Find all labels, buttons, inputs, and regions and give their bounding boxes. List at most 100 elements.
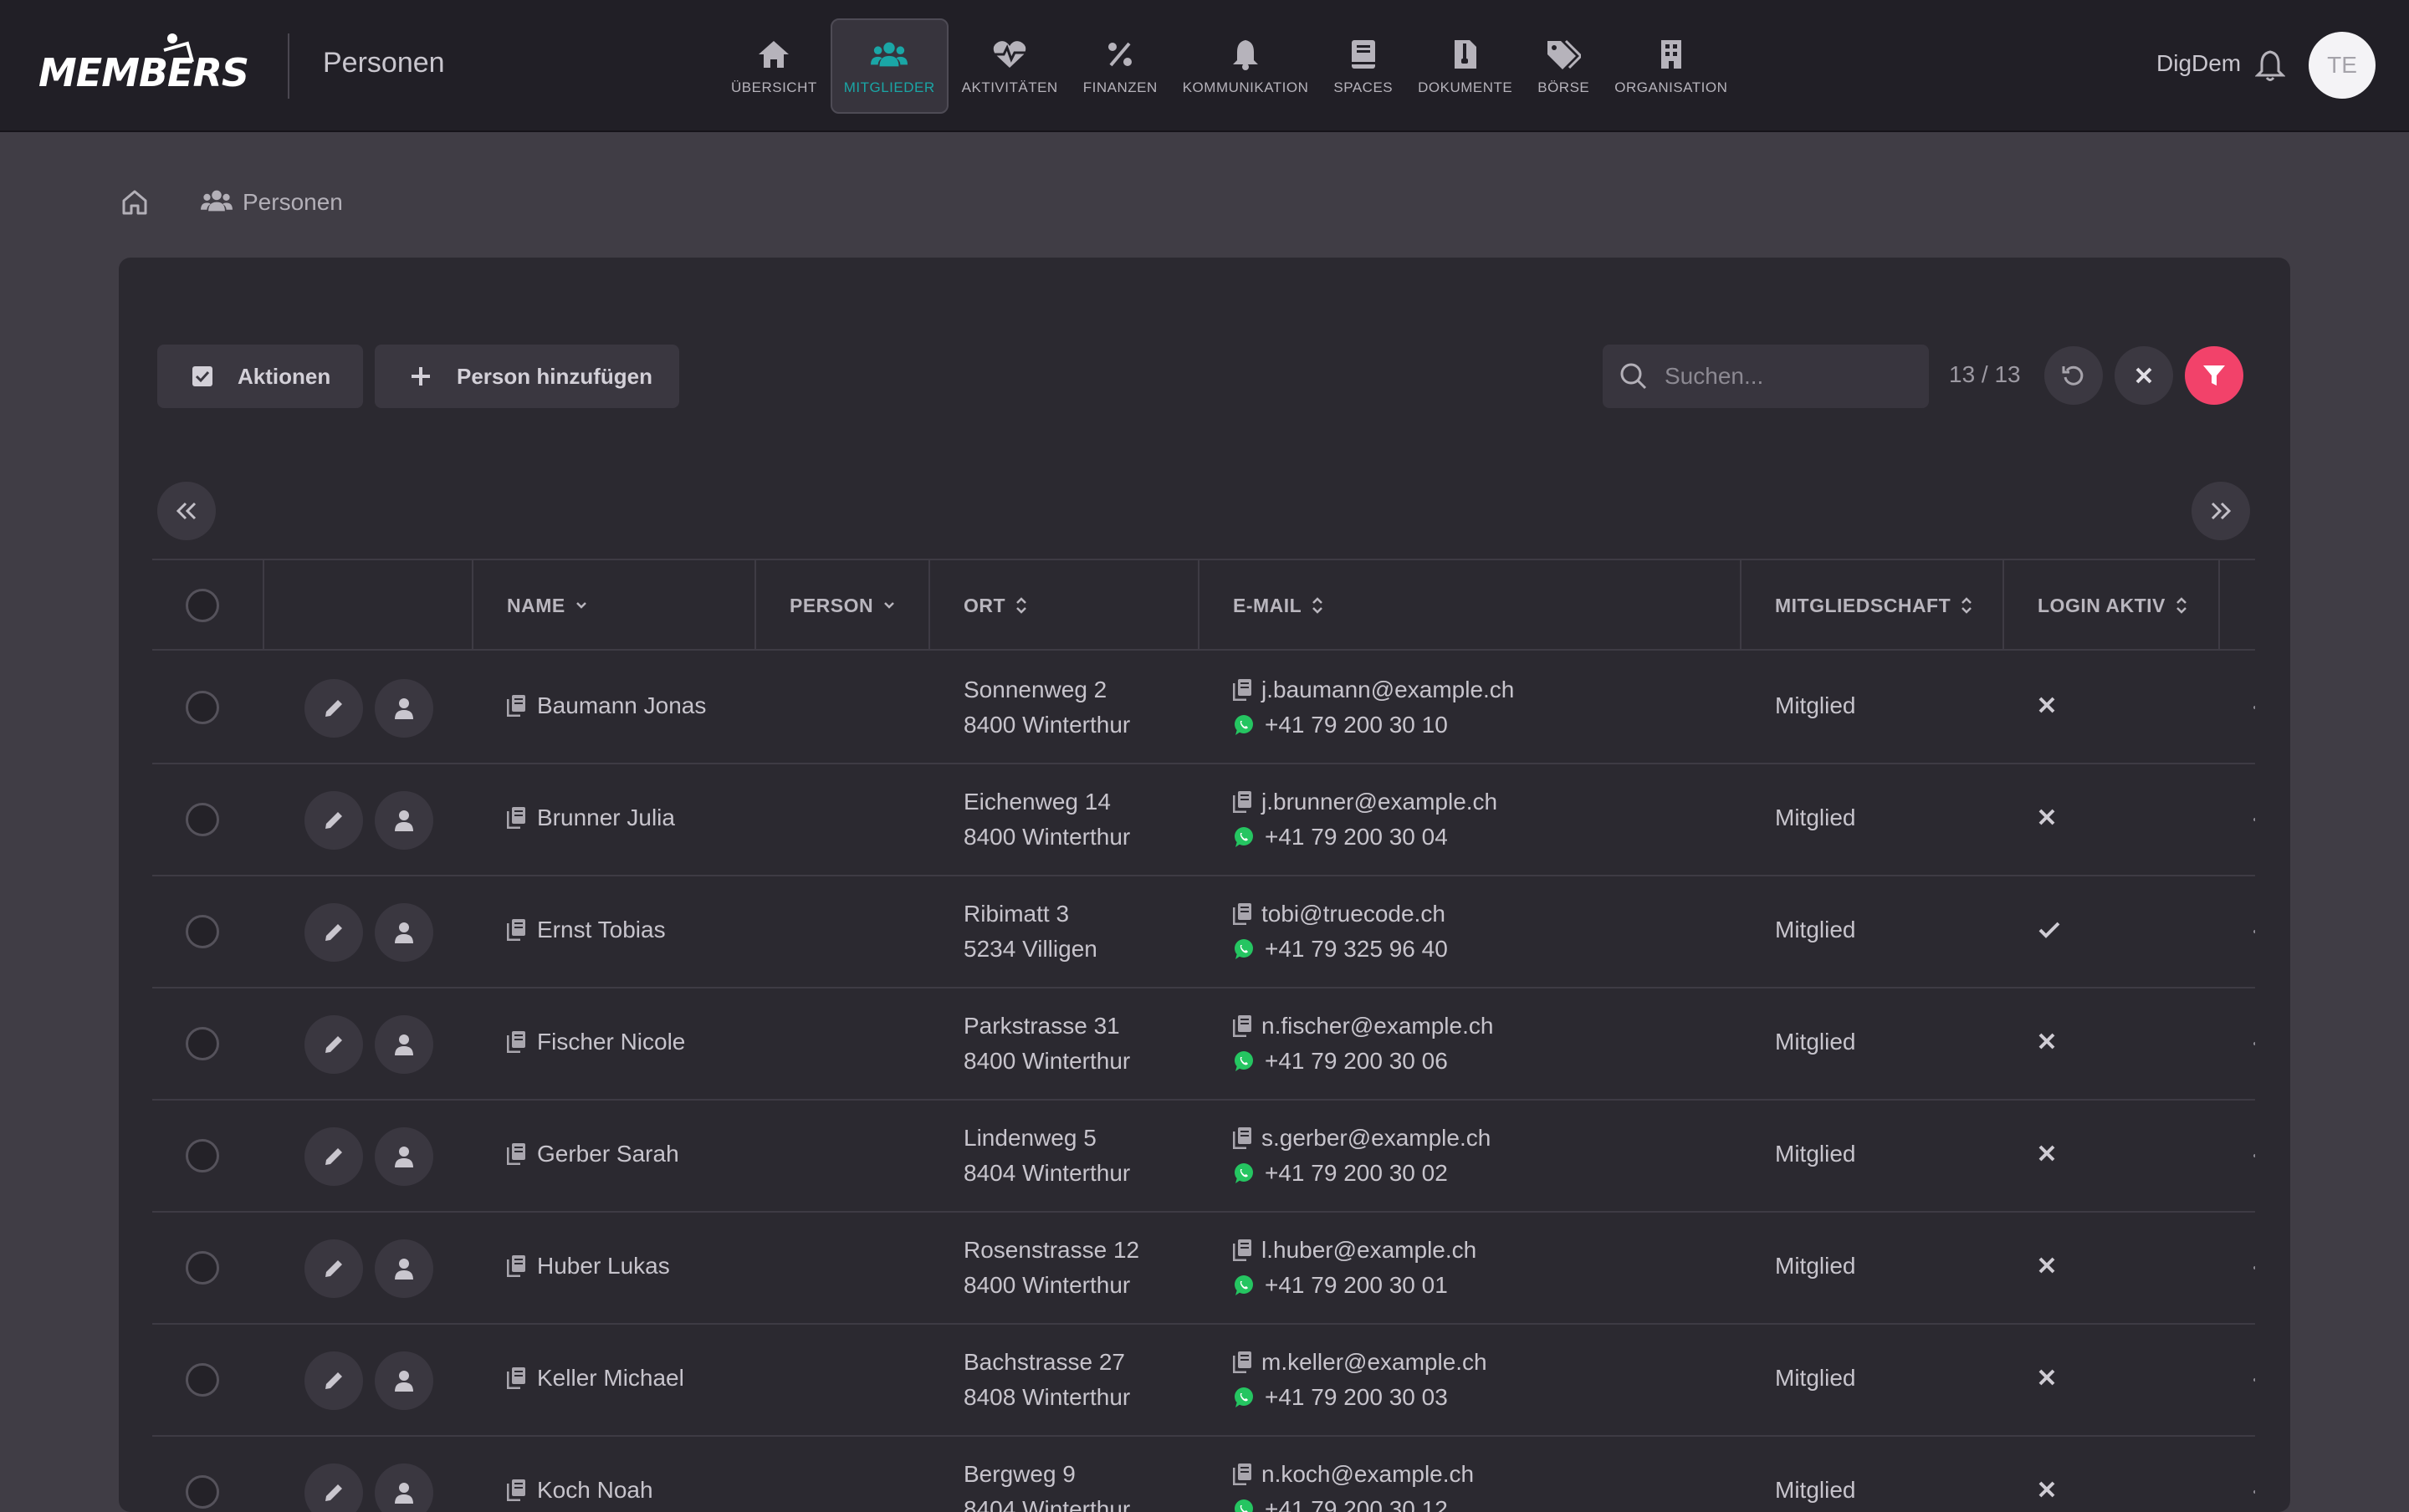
phone-link[interactable]: +41 79 200 30 04 — [1233, 820, 1497, 855]
person-name[interactable]: Fischer Nicole — [507, 1029, 685, 1055]
profile-button[interactable] — [375, 791, 433, 850]
search-input[interactable] — [1665, 363, 1915, 390]
row-select-radio[interactable] — [186, 915, 219, 948]
login-status — [2038, 696, 2056, 718]
row-select-radio[interactable] — [186, 1251, 219, 1285]
row-select-radio[interactable] — [186, 803, 219, 836]
city: 8400 Winterthur — [964, 1272, 1131, 1298]
home-icon[interactable] — [120, 188, 149, 217]
nav-item-organisation[interactable]: ORGANISATION — [1603, 18, 1739, 114]
person-name[interactable]: Huber Lukas — [507, 1253, 670, 1280]
email-link[interactable]: s.gerber@example.ch — [1233, 1121, 1491, 1156]
actions-button[interactable]: Aktionen — [157, 345, 363, 408]
email-link[interactable]: j.baumann@example.ch — [1233, 672, 1514, 707]
phone-text: +41 79 200 30 01 — [1265, 1272, 1448, 1298]
select-all-radio[interactable] — [186, 589, 219, 622]
table-row[interactable]: Baumann Jonas Sonnenweg 2 8400 Winterthur j… — [152, 652, 2255, 764]
user-icon — [395, 1034, 413, 1055]
edit-button[interactable] — [304, 1239, 363, 1298]
home-icon — [755, 36, 792, 73]
edit-button[interactable] — [304, 903, 363, 962]
profile-button[interactable] — [375, 1015, 433, 1074]
search-box[interactable] — [1603, 345, 1929, 408]
nav-item-mitglieder[interactable]: MITGLIEDER — [830, 18, 949, 114]
column-header-ort[interactable]: ORT — [930, 560, 1199, 651]
table-row[interactable]: Huber Lukas Rosenstrasse 12 8400 Winterthu… — [152, 1213, 2255, 1325]
nav-item-kommunikation[interactable]: KOMMUNIKATION — [1171, 18, 1321, 114]
phone-link[interactable]: +41 79 200 30 01 — [1233, 1268, 1476, 1303]
table-row[interactable]: Gerber Sarah Lindenweg 5 8404 Winterthur s.… — [152, 1101, 2255, 1213]
add-person-button[interactable]: Person hinzufügen — [375, 345, 679, 408]
phone-link[interactable]: +41 79 200 30 03 — [1233, 1380, 1487, 1415]
person-name[interactable]: Gerber Sarah — [507, 1141, 679, 1167]
reset-button[interactable] — [2044, 346, 2103, 405]
scroll-left-button[interactable] — [157, 482, 216, 540]
edit-button[interactable] — [304, 1127, 363, 1186]
column-header-name[interactable]: NAME — [473, 560, 756, 651]
nav-item-uebersicht[interactable]: ÜBERSICHT — [719, 18, 829, 114]
phone-link[interactable]: +41 79 200 30 02 — [1233, 1156, 1491, 1191]
contact-cell: tobi@truecode.ch +41 79 325 96 40 — [1233, 896, 1448, 967]
table-row[interactable]: Brunner Julia Eichenweg 14 8400 Winterthur… — [152, 764, 2255, 876]
scroll-right-button[interactable] — [2192, 482, 2250, 540]
email-link[interactable]: n.fischer@example.ch — [1233, 1009, 1493, 1044]
copy-icon — [507, 1479, 525, 1501]
profile-button[interactable] — [375, 679, 433, 738]
address-cell: Ribimatt 3 5234 Villigen — [964, 896, 1097, 967]
edit-button[interactable] — [304, 1463, 363, 1512]
notifications-bell-icon[interactable] — [2254, 49, 2286, 86]
phone-link[interactable]: +41 79 325 96 40 — [1233, 932, 1448, 967]
nav-item-boerse[interactable]: BÖRSE — [1526, 18, 1601, 114]
profile-button[interactable] — [375, 1239, 433, 1298]
row-select-radio[interactable] — [186, 1027, 219, 1060]
phone-link[interactable]: +41 79 200 30 12 — [1233, 1492, 1474, 1512]
whatsapp-icon — [1235, 1387, 1253, 1407]
nav-item-dokumente[interactable]: DOKUMENTE — [1406, 18, 1524, 114]
profile-button[interactable] — [375, 903, 433, 962]
filter-button[interactable] — [2185, 346, 2243, 405]
phone-link[interactable]: +41 79 200 30 06 — [1233, 1044, 1493, 1079]
edit-button[interactable] — [304, 1015, 363, 1074]
edit-button[interactable] — [304, 791, 363, 850]
row-select-radio[interactable] — [186, 1475, 219, 1509]
row-select-radio[interactable] — [186, 691, 219, 724]
email-text: j.brunner@example.ch — [1261, 789, 1498, 815]
profile-button[interactable] — [375, 1127, 433, 1186]
column-header-login[interactable]: LOGIN AKTIV — [2004, 560, 2220, 651]
user-name[interactable]: DigDem — [2156, 50, 2241, 77]
column-header-email[interactable]: E-MAIL — [1199, 560, 1742, 651]
email-link[interactable]: m.keller@example.ch — [1233, 1345, 1487, 1380]
overflow-column-indicator — [2253, 1266, 2255, 1269]
members-logo[interactable]: MEMBERS — [38, 32, 256, 99]
nav-item-aktivitaeten[interactable]: AKTIVITÄTEN — [950, 18, 1070, 114]
copy-icon — [507, 1255, 525, 1277]
profile-button[interactable] — [375, 1463, 433, 1512]
table-row[interactable]: Fischer Nicole Parkstrasse 31 8400 Wintert… — [152, 988, 2255, 1101]
email-link[interactable]: n.koch@example.ch — [1233, 1457, 1474, 1492]
edit-button[interactable] — [304, 679, 363, 738]
row-select-radio[interactable] — [186, 1363, 219, 1397]
table-row[interactable]: Ernst Tobias Ribimatt 3 5234 Villigen tobi@… — [152, 876, 2255, 988]
row-select-radio[interactable] — [186, 1139, 219, 1172]
column-header-label: NAME — [507, 594, 565, 616]
column-header-person[interactable]: PERSON — [756, 560, 930, 651]
email-link[interactable]: l.huber@example.ch — [1233, 1233, 1476, 1268]
phone-link[interactable]: +41 79 200 30 10 — [1233, 707, 1514, 743]
email-link[interactable]: j.brunner@example.ch — [1233, 784, 1497, 820]
table-row[interactable]: Keller Michael Bachstrasse 27 8408 Wintert… — [152, 1325, 2255, 1437]
profile-button[interactable] — [375, 1351, 433, 1410]
person-name[interactable]: Brunner Julia — [507, 805, 675, 831]
breadcrumb-current[interactable]: Personen — [243, 189, 343, 216]
column-header-membership[interactable]: MITGLIEDSCHAFT — [1742, 560, 2004, 651]
edit-button[interactable] — [304, 1351, 363, 1410]
table-row[interactable]: Koch Noah Bergweg 9 8404 Winterthur n.koch@… — [152, 1437, 2255, 1512]
person-name[interactable]: Keller Michael — [507, 1365, 684, 1392]
clear-button[interactable] — [2115, 346, 2173, 405]
nav-item-spaces[interactable]: SPACES — [1322, 18, 1404, 114]
nav-item-finanzen[interactable]: FINANZEN — [1072, 18, 1169, 114]
user-avatar[interactable]: TE — [2309, 32, 2376, 99]
person-name[interactable]: Koch Noah — [507, 1477, 653, 1504]
person-name[interactable]: Ernst Tobias — [507, 917, 666, 943]
email-link[interactable]: tobi@truecode.ch — [1233, 896, 1448, 932]
person-name[interactable]: Baumann Jonas — [507, 692, 706, 719]
